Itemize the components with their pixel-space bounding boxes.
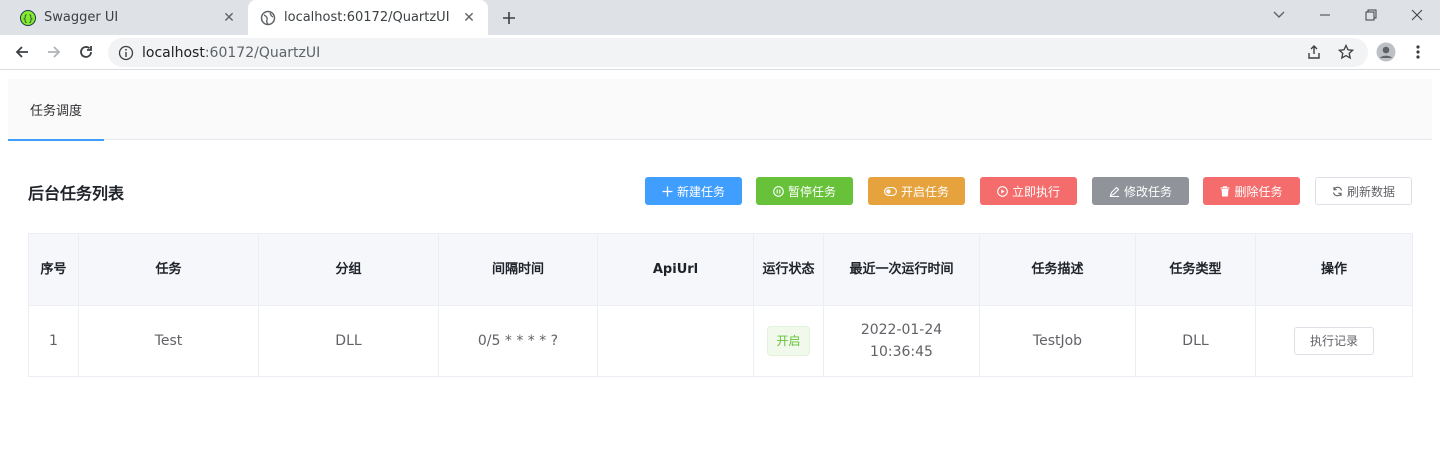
- execution-log-button[interactable]: 执行记录: [1294, 327, 1374, 355]
- column-header-apiurl: ApiUrl: [597, 233, 754, 306]
- tab-task-schedule[interactable]: 任务调度: [8, 79, 104, 141]
- close-icon[interactable]: ✕: [458, 7, 480, 29]
- cell-last-run: 2022-01-24 10:36:45: [823, 305, 980, 377]
- cell-description: TestJob: [979, 305, 1136, 377]
- refresh-data-label: 刷新数据: [1346, 184, 1395, 199]
- minimize-icon[interactable]: [1302, 0, 1348, 30]
- browser-tab-title: Swagger UI: [44, 10, 119, 25]
- trash-icon: [1220, 185, 1230, 197]
- plus-icon: [662, 186, 673, 197]
- run-now-label: 立即执行: [1011, 184, 1060, 199]
- browser-tab-title: localhost:60172/QuartzUI: [284, 10, 450, 25]
- browser-tab-quartzui[interactable]: localhost:60172/QuartzUI ✕: [248, 0, 488, 35]
- column-header-interval: 间隔时间: [438, 233, 598, 306]
- back-icon[interactable]: [8, 38, 36, 66]
- reload-icon[interactable]: [72, 38, 100, 66]
- cell-index: 1: [28, 305, 79, 377]
- forward-icon[interactable]: [40, 38, 68, 66]
- browser-tabstrip: {} Swagger UI ✕ localhost:60172/QuartzUI…: [0, 0, 1440, 35]
- cell-apiurl: [597, 305, 754, 377]
- status-badge: 开启: [767, 326, 810, 356]
- page-title: 后台任务列表: [28, 184, 125, 203]
- app-tab-bar: 任务调度: [8, 79, 1432, 141]
- toggle-icon: [884, 186, 897, 196]
- delete-task-button[interactable]: 删除任务: [1203, 177, 1300, 205]
- column-header-group: 分组: [258, 233, 439, 306]
- refresh-icon: [1332, 186, 1343, 197]
- start-task-button[interactable]: 开启任务: [868, 177, 965, 205]
- play-circle-icon: [997, 185, 1008, 197]
- cell-group: DLL: [258, 305, 439, 377]
- run-now-button[interactable]: 立即执行: [980, 177, 1077, 205]
- svg-text:{}: {}: [22, 14, 33, 24]
- pause-task-label: 暂停任务: [787, 184, 836, 199]
- column-header-task: 任务: [78, 233, 259, 306]
- tab-search-icon[interactable]: [1256, 0, 1302, 30]
- close-icon[interactable]: ✕: [218, 7, 240, 29]
- table-header-row: 序号 任务 分组 间隔时间 ApiUrl 运行状态 最近一次运行时间 任务描述 …: [28, 233, 1413, 306]
- url-path: :60172/QuartzUI: [204, 44, 321, 61]
- column-header-last-run: 最近一次运行时间: [823, 233, 980, 306]
- swagger-icon: {}: [20, 9, 36, 26]
- globe-icon: [260, 10, 276, 26]
- cell-interval: 0/5 * * * * ?: [438, 305, 598, 377]
- edit-icon: [1109, 186, 1120, 197]
- delete-task-label: 删除任务: [1234, 184, 1283, 199]
- cell-action: 执行记录: [1255, 305, 1413, 377]
- refresh-data-button[interactable]: 刷新数据: [1315, 177, 1412, 205]
- column-header-type: 任务类型: [1135, 233, 1256, 306]
- restore-icon[interactable]: [1348, 0, 1394, 30]
- share-icon[interactable]: [1300, 38, 1328, 66]
- task-table: 序号 任务 分组 间隔时间 ApiUrl 运行状态 最近一次运行时间 任务描述 …: [28, 233, 1413, 377]
- cell-type: DLL: [1135, 305, 1256, 377]
- window-close-icon[interactable]: [1394, 0, 1440, 30]
- column-header-description: 任务描述: [979, 233, 1136, 306]
- table-row: 1 Test DLL 0/5 * * * * ? 开启 2022-01-24 1…: [28, 305, 1413, 377]
- more-menu-icon[interactable]: [1404, 38, 1432, 66]
- pause-icon: [773, 185, 784, 197]
- new-task-label: 新建任务: [676, 184, 725, 199]
- profile-avatar-icon[interactable]: [1372, 38, 1400, 66]
- edit-task-label: 修改任务: [1123, 184, 1172, 199]
- start-task-label: 开启任务: [900, 184, 949, 199]
- address-bar[interactable]: localhost:60172/QuartzUI: [108, 38, 1368, 67]
- bookmark-star-icon[interactable]: [1332, 38, 1360, 66]
- column-header-status: 运行状态: [753, 233, 824, 306]
- edit-task-button[interactable]: 修改任务: [1092, 177, 1189, 205]
- pause-task-button[interactable]: 暂停任务: [756, 177, 853, 205]
- new-task-button[interactable]: 新建任务: [645, 177, 742, 205]
- cell-task: Test: [78, 305, 259, 377]
- new-tab-button[interactable]: [496, 5, 522, 31]
- column-header-action: 操作: [1255, 233, 1413, 306]
- browser-tab-swagger[interactable]: {} Swagger UI ✕: [8, 0, 248, 35]
- column-header-index: 序号: [28, 233, 79, 306]
- site-info-icon[interactable]: [118, 45, 134, 61]
- cell-status: 开启: [753, 305, 824, 377]
- url-host: localhost: [142, 44, 205, 61]
- browser-toolbar: localhost:60172/QuartzUI: [0, 35, 1440, 70]
